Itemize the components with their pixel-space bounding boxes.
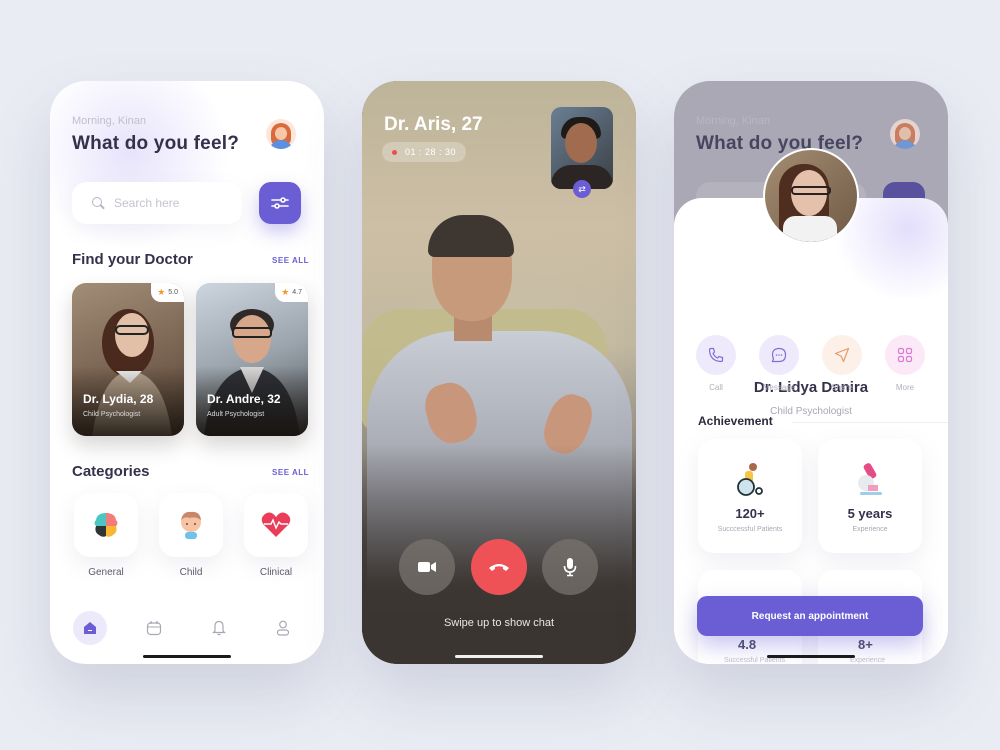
video-call-screen: Dr. Aris, 27 01 : 28 : 30 ⇄ Swipe up to … (362, 81, 636, 664)
nav-home[interactable] (73, 611, 107, 645)
search-icon (92, 197, 104, 209)
achievement-caption: Successful Patients (724, 657, 786, 664)
child-icon (181, 511, 201, 539)
greeting-text: Morning, Kinan (72, 115, 146, 127)
send-icon (834, 347, 850, 363)
see-all-categories-link[interactable]: SEE ALL (272, 468, 309, 477)
decorative-glow (50, 81, 230, 251)
user-icon (276, 620, 290, 636)
rating-badge: ★ 5.0 (151, 283, 184, 302)
see-all-doctors-link[interactable]: SEE ALL (272, 256, 309, 265)
bell-icon (212, 620, 226, 636)
doctor-profile-screen: Morning, Kinan What do you feel? Dr. Lid… (674, 81, 948, 664)
category-label: Clinical (259, 567, 293, 578)
categories-heading: Categories (72, 463, 150, 480)
request-appointment-button[interactable]: Request an appointment (697, 596, 923, 636)
greeting-text: Morning, Kinan (696, 115, 770, 127)
nav-calendar[interactable] (137, 611, 171, 645)
share-action[interactable]: Share (822, 335, 862, 392)
nav-profile[interactable] (266, 611, 300, 645)
achievement-caption: Experience (850, 657, 886, 664)
microphone-icon (563, 558, 577, 577)
star-icon: ★ (157, 287, 166, 297)
doctor-specialty: Child Psychologist (83, 411, 141, 418)
doctor-name: Dr. Andre, 32 (207, 392, 281, 406)
doctor-avatar (763, 148, 859, 244)
search-bar (72, 182, 242, 224)
category-child[interactable]: Child (158, 493, 224, 578)
end-call-button[interactable] (471, 539, 527, 595)
bottom-nav (50, 611, 324, 645)
home-indicator (143, 655, 231, 658)
user-avatar[interactable] (266, 119, 296, 149)
achievement-value: 5 years (847, 506, 893, 521)
call-action[interactable]: Call (696, 335, 736, 392)
category-label: Child (179, 567, 203, 578)
home-icon (84, 622, 96, 634)
page-title: What do you feel? (696, 133, 864, 154)
rating-badge: ★ 4.7 (275, 283, 308, 302)
search-input[interactable] (114, 196, 224, 210)
divider (792, 422, 948, 423)
achievement-caption: Succcessful Patients (717, 526, 783, 533)
home-indicator (455, 655, 543, 658)
video-camera-icon (418, 562, 436, 572)
filter-button[interactable] (259, 182, 301, 224)
sliders-icon (271, 197, 289, 209)
phone-hangup-icon (489, 564, 509, 571)
home-indicator (767, 655, 855, 658)
category-clinical[interactable]: Clinical (243, 493, 309, 578)
brain-icon (94, 513, 118, 537)
category-general[interactable]: General (73, 493, 139, 578)
achievement-heading: Achievement (698, 414, 773, 428)
find-doctor-heading: Find your Doctor (72, 251, 193, 268)
star-icon: ★ (281, 287, 290, 297)
call-timer: 01 : 28 : 30 (382, 142, 467, 162)
phone-icon (708, 347, 724, 363)
recording-dot-icon (392, 149, 397, 155)
user-avatar (890, 119, 920, 149)
nav-notifications[interactable] (202, 611, 236, 645)
wheelchair-icon (737, 463, 763, 496)
chat-bubble-icon (771, 347, 787, 363)
switch-camera-button[interactable]: ⇄ (573, 180, 591, 198)
more-action[interactable]: More (885, 335, 925, 392)
self-view-preview[interactable] (551, 107, 613, 189)
achievement-value: 4.8 (738, 637, 757, 652)
achievement-caption: Experience (852, 526, 888, 533)
swipe-up-hint[interactable]: Swipe up to show chat (362, 617, 636, 629)
mute-button[interactable] (542, 539, 598, 595)
achievement-card: 120+ Succcessful Patients (698, 439, 802, 553)
video-toggle-button[interactable] (399, 539, 455, 595)
heart-pulse-icon (261, 512, 291, 537)
grid-icon (897, 347, 913, 363)
switch-camera-icon: ⇄ (578, 183, 586, 194)
achievement-value: 8+ (858, 637, 873, 652)
achievement-value: 120+ (735, 506, 765, 521)
page-title: What do you feel? (72, 133, 240, 154)
home-screen: Morning, Kinan What do you feel? Find yo… (50, 81, 324, 664)
message-action[interactable]: Message (759, 335, 799, 392)
caller-name: Dr. Aris, 27 (384, 114, 483, 135)
doctor-specialty: Adult Psychologist (207, 411, 265, 418)
doctor-card[interactable]: ★ 5.0 Dr. Lydia, 28 Child Psychologist (72, 283, 184, 436)
doctor-name: Dr. Lydia, 28 (83, 392, 154, 406)
achievement-card: 5 years Experience (818, 439, 922, 553)
calendar-icon (146, 621, 162, 636)
microscope-icon (858, 463, 882, 495)
doctor-card[interactable]: ★ 4.7 Dr. Andre, 32 Adult Psychologist (196, 283, 308, 436)
category-label: General (88, 567, 124, 578)
